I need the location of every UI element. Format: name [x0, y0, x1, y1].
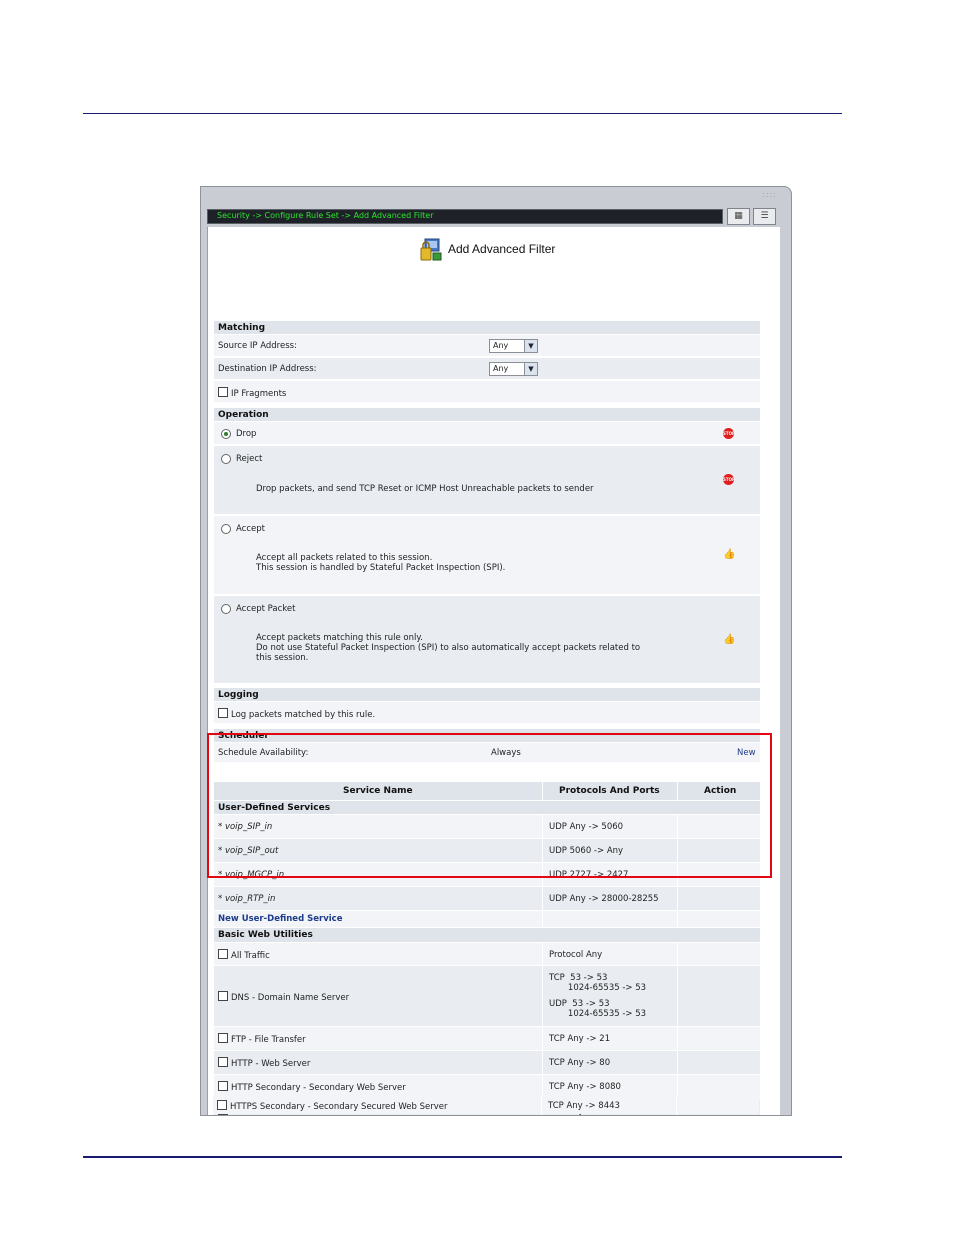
matching-heading: Matching — [214, 321, 760, 334]
service-name: HTTP Secondary - Secondary Web Server — [231, 1083, 406, 1093]
destination-ip-row: Destination IP Address: Any ▼ — [214, 358, 760, 380]
log-packets-row: Log packets matched by this rule. — [214, 702, 760, 724]
thumbs-up-icon: 👍 — [723, 549, 736, 560]
service-name: FTP - File Transfer — [231, 1035, 306, 1045]
service-name[interactable]: * voip_RTP_in — [218, 894, 275, 904]
footer-rule — [83, 1156, 842, 1158]
source-ip-label: Source IP Address: — [218, 341, 297, 351]
accept-packet-label: Accept Packet — [236, 604, 296, 614]
log-packets-checkbox[interactable] — [218, 708, 228, 718]
header-rule — [83, 113, 842, 114]
https-secondary-checkbox[interactable] — [217, 1100, 227, 1110]
log-packets-label: Log packets matched by this rule. — [231, 710, 376, 720]
accept-description-line: Accept all packets related to this sessi… — [256, 553, 433, 563]
accept-description-line: This session is handled by Stateful Pack… — [256, 563, 506, 573]
ip-fragments-checkbox[interactable] — [218, 387, 228, 397]
window-grip-icon[interactable]: :::: — [762, 190, 777, 199]
reject-description: Drop packets, and send TCP Reset or ICMP… — [256, 484, 594, 494]
stop-icon: STOP — [723, 474, 735, 485]
breadcrumb: Security -> Configure Rule Set -> Add Ad… — [207, 209, 723, 224]
operation-drop-row: Drop STOP — [214, 422, 760, 445]
filter-page-icon — [420, 238, 442, 261]
table-row: All Traffic Protocol Any — [214, 943, 760, 966]
service-name: All Traffic — [231, 951, 270, 961]
reject-label: Reject — [236, 454, 263, 464]
table-row: HTTPS Secondary - Secondary Secured Web … — [213, 1096, 759, 1114]
table-row: DNS - Domain Name Server TCP 53 -> 53 10… — [214, 966, 760, 1027]
reject-radio[interactable] — [221, 454, 231, 464]
service-proto: TCP Any -> 21 — [549, 1034, 611, 1044]
accept-radio[interactable] — [221, 524, 231, 534]
drop-radio[interactable] — [221, 429, 231, 439]
http-secondary-checkbox[interactable] — [218, 1081, 228, 1091]
operation-heading: Operation — [214, 408, 760, 421]
ip-fragments-label: IP Fragments — [231, 389, 287, 399]
grid-view-icon: ▦ — [734, 211, 743, 221]
operation-accept-row: Accept Accept all packets related to thi… — [214, 516, 760, 595]
service-proto: TCP Any -> 80 — [549, 1058, 611, 1068]
destination-ip-select[interactable]: Any ▼ — [489, 362, 538, 376]
operation-accept-packet-row: Accept Packet Accept packets matching th… — [214, 596, 760, 684]
new-service-row: New User-Defined Service — [214, 911, 760, 928]
stop-icon: STOP — [723, 428, 735, 439]
accept-packet-description-line: Do not use Stateful Packet Inspection (S… — [256, 643, 641, 653]
basic-web-utilities-heading: Basic Web Utilities — [214, 928, 760, 942]
source-ip-row: Source IP Address: Any ▼ — [214, 335, 760, 357]
service-proto: TCP Any -> 8080 — [549, 1082, 621, 1092]
breadcrumb-text[interactable]: Security -> Configure Rule Set -> Add Ad… — [217, 211, 434, 220]
http-checkbox[interactable] — [218, 1057, 228, 1067]
highlight-box — [207, 733, 772, 878]
ip-fragments-row: IP Fragments — [214, 381, 760, 403]
service-name: HTTPS Secondary - Secondary Secured Web … — [230, 1102, 448, 1112]
service-proto: 1024-65535 -> 53 — [549, 983, 647, 993]
accept-packet-radio[interactable] — [221, 604, 231, 614]
table-row: FTP - File Transfer TCP Any -> 21 — [214, 1027, 760, 1051]
main-content: Add Advanced Filter Matching Source IP A… — [207, 227, 780, 1115]
chevron-down-icon: ▼ — [524, 363, 537, 375]
thumbs-up-icon: 👍 — [723, 634, 736, 645]
accept-packet-description-line: this session. — [256, 653, 309, 663]
service-proto: UDP 53 -> 53 — [549, 999, 610, 1009]
source-ip-select[interactable]: Any ▼ — [489, 339, 538, 353]
service-proto: UDP Any -> 28000-28255 — [549, 894, 659, 904]
service-proto: TCP Any -> 8443 — [548, 1101, 620, 1111]
service-name: HTTP - Web Server — [231, 1059, 311, 1069]
drop-label: Drop — [236, 429, 257, 439]
table-row: * voip_RTP_in UDP Any -> 28000-28255 — [214, 887, 760, 911]
ftp-checkbox[interactable] — [218, 1033, 228, 1043]
dns-checkbox[interactable] — [218, 991, 228, 1001]
all-traffic-checkbox[interactable] — [218, 949, 228, 959]
service-name: DNS - Domain Name Server — [231, 993, 350, 1003]
operation-reject-row: Reject Drop packets, and send TCP Reset … — [214, 446, 760, 515]
destination-ip-label: Destination IP Address: — [218, 364, 317, 374]
table-row: HTTP - Web Server TCP Any -> 80 — [214, 1051, 760, 1075]
service-proto: Protocol Any — [549, 950, 603, 960]
page-title: Add Advanced Filter — [448, 242, 556, 256]
list-view-button[interactable]: ☰ — [753, 208, 776, 225]
logging-heading: Logging — [214, 688, 760, 701]
accept-packet-description-line: Accept packets matching this rule only. — [256, 633, 423, 643]
app-window: :::: Security -> Configure Rule Set -> A… — [200, 186, 792, 1116]
list-view-icon: ☰ — [760, 211, 769, 221]
chevron-down-icon: ▼ — [524, 340, 537, 352]
service-proto: TCP 53 -> 53 — [549, 973, 608, 983]
grid-view-button[interactable]: ▦ — [727, 208, 750, 225]
service-proto: 1024-65535 -> 53 — [549, 1009, 647, 1019]
accept-label: Accept — [236, 524, 265, 534]
new-user-defined-service-link[interactable]: New User-Defined Service — [218, 914, 342, 924]
